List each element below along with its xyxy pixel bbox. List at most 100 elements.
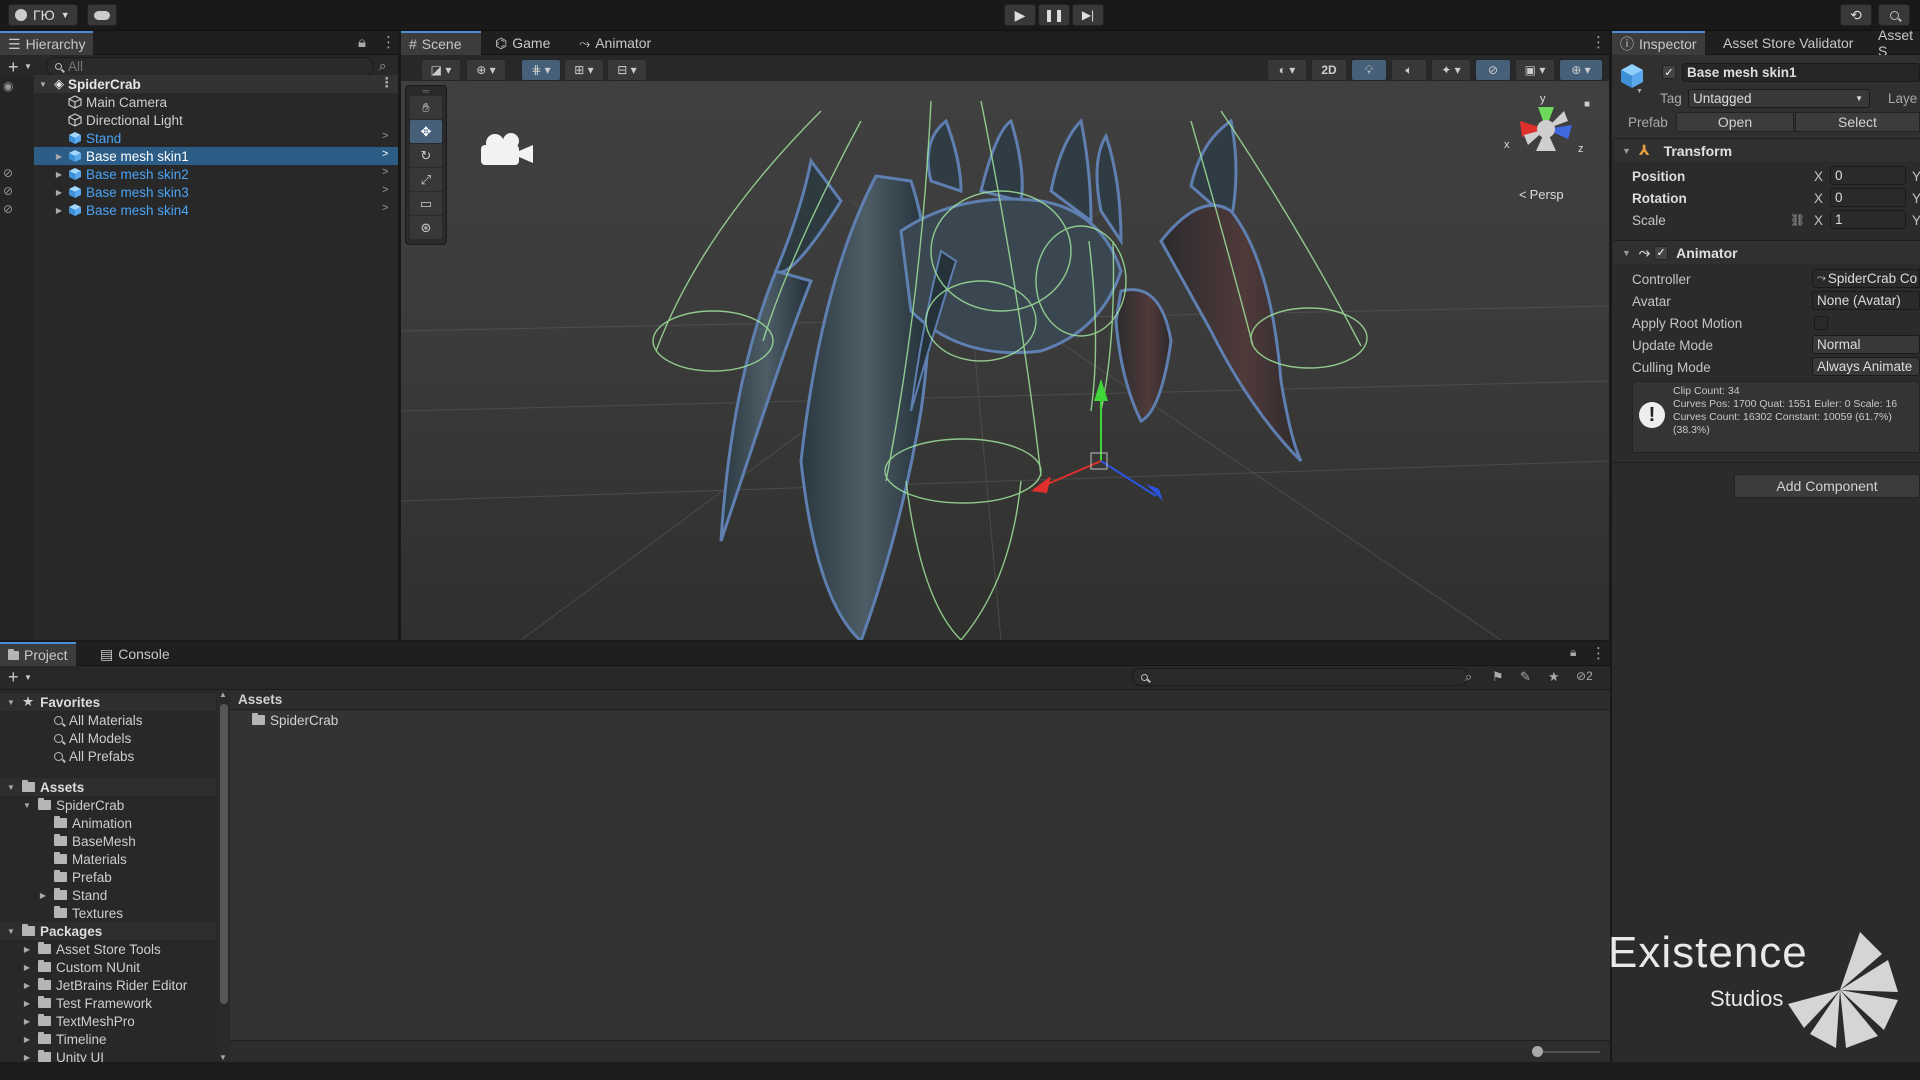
tab-console[interactable]: ▤ Console bbox=[92, 642, 178, 666]
expand-arrow-icon[interactable]: ▶ bbox=[22, 980, 32, 990]
zoom-slider-track[interactable] bbox=[1540, 1051, 1600, 1053]
prefab-select-button[interactable]: Select bbox=[1795, 112, 1920, 132]
search-options-icon[interactable]: ⌕ bbox=[379, 58, 386, 74]
draw-mode-dropdown[interactable]: ◪ ▾ bbox=[421, 59, 461, 81]
expand-arrow-icon[interactable]: ▶ bbox=[54, 205, 64, 215]
lock-icon[interactable]: 🔒︎ bbox=[1570, 645, 1576, 660]
chevron-right-icon[interactable]: > bbox=[382, 202, 388, 214]
project-tree-item[interactable]: ▶ JetBrains Rider Editor bbox=[0, 976, 216, 994]
add-icon[interactable]: + bbox=[8, 57, 19, 78]
animator-enabled-checkbox[interactable]: ✓ bbox=[1654, 245, 1669, 260]
project-tree-item[interactable]: ▼ Assets bbox=[0, 778, 216, 796]
tag-dropdown[interactable]: Untagged ▼ bbox=[1688, 89, 1870, 108]
update-mode-dropdown[interactable]: Normal bbox=[1812, 335, 1920, 354]
prefab-open-button[interactable]: Open bbox=[1676, 112, 1794, 132]
hidden-icon[interactable]: ⊘ bbox=[3, 166, 13, 180]
filter-icon[interactable]: ⚑ bbox=[1492, 669, 1504, 685]
project-tree-item[interactable]: ▼ SpiderCrab bbox=[0, 796, 216, 814]
expand-arrow-icon[interactable]: ▶ bbox=[22, 944, 32, 954]
favorite-star-icon[interactable]: ★ bbox=[1548, 669, 1560, 685]
effects-dropdown[interactable]: ✦ ▾ bbox=[1431, 59, 1471, 81]
hierarchy-search-input[interactable]: All bbox=[46, 57, 374, 76]
play-button[interactable]: ▶ bbox=[1004, 4, 1036, 26]
tab-asset-store-validator[interactable]: Asset Store Validator bbox=[1715, 31, 1861, 55]
tab-game[interactable]: ⌬ Game bbox=[487, 31, 558, 55]
visibility-icon[interactable]: ◉ bbox=[3, 79, 13, 93]
tree-scrollbar[interactable]: ▲ ▼ bbox=[218, 690, 230, 1062]
zoom-slider-thumb[interactable] bbox=[1532, 1046, 1543, 1057]
lighting-toggle[interactable]: 💡︎ bbox=[1351, 59, 1387, 81]
chevron-down-icon[interactable]: ▼ bbox=[24, 673, 32, 682]
project-tree-item[interactable]: ▼ Packages bbox=[0, 922, 216, 940]
culling-mode-dropdown[interactable]: Always Animate bbox=[1812, 357, 1920, 376]
lock-icon[interactable]: ■ bbox=[1584, 99, 1590, 110]
tab-asset-store[interactable]: Asset S bbox=[1870, 27, 1920, 59]
step-button[interactable]: ▶| bbox=[1072, 4, 1104, 26]
active-checkbox[interactable]: ✓ bbox=[1662, 65, 1676, 79]
search-button[interactable] bbox=[1878, 4, 1910, 26]
project-tree-item[interactable]: ▶ Custom NUnit bbox=[0, 958, 216, 976]
hierarchy-item[interactable]: Directional Light bbox=[34, 111, 398, 129]
hidden-packages-toggle[interactable]: ⊘ 2 bbox=[1576, 669, 1593, 683]
project-tree-item[interactable]: All Prefabs bbox=[0, 747, 216, 765]
expand-arrow-icon[interactable]: ▶ bbox=[54, 151, 64, 161]
project-tree-item[interactable]: Animation bbox=[0, 814, 216, 832]
hierarchy-item[interactable]: ▶ Base mesh skin1 > bbox=[34, 147, 398, 165]
snap-toggle[interactable]: ⋕ ▾ bbox=[521, 59, 561, 81]
animator-header[interactable]: ▼ ⤳ ✓ Animator bbox=[1614, 240, 1920, 264]
grid-toggle[interactable]: ⊞ ▾ bbox=[564, 59, 604, 81]
tab-scene[interactable]: # Scene bbox=[401, 31, 481, 55]
hidden-icon[interactable]: ⊘ bbox=[3, 202, 13, 216]
history-button[interactable]: ⟲ bbox=[1840, 4, 1872, 26]
scale-tool-icon[interactable]: ⤢ bbox=[410, 168, 442, 191]
project-tree-item[interactable]: Materials bbox=[0, 850, 216, 868]
kebab-menu-icon[interactable]: ⋮ bbox=[1591, 33, 1606, 51]
project-tree-item[interactable]: All Materials bbox=[0, 711, 216, 729]
render-mode-dropdown[interactable]: ◐ ▾ bbox=[1267, 59, 1307, 81]
scene-viewport[interactable]: y x z ■ < Persp ═ ✋︎ ✥ ↻ ⤢ ▭ ⊛ bbox=[401, 81, 1609, 640]
account-dropdown[interactable]: ГЮ ▼ bbox=[8, 4, 78, 26]
expand-arrow-icon[interactable]: ▶ bbox=[38, 890, 48, 900]
pause-button[interactable]: ❚❚ bbox=[1038, 4, 1070, 26]
content-folder-item[interactable]: SpiderCrab bbox=[252, 711, 338, 729]
chevron-right-icon[interactable]: > bbox=[382, 130, 388, 142]
increment-snap[interactable]: ⊟ ▾ bbox=[607, 59, 647, 81]
rotation-x-field[interactable]: 0 bbox=[1830, 188, 1906, 207]
chevron-down-icon[interactable]: ▼ bbox=[1636, 88, 1643, 95]
expand-arrow-icon[interactable]: ▶ bbox=[22, 1016, 32, 1026]
hand-tool-icon[interactable]: ✋︎ bbox=[410, 96, 442, 119]
position-x-field[interactable]: 0 bbox=[1830, 166, 1906, 185]
drag-handle-icon[interactable]: ═ bbox=[406, 86, 446, 96]
hierarchy-item[interactable]: ▶ Base mesh skin4 > bbox=[34, 201, 398, 219]
add-icon[interactable]: + bbox=[8, 667, 19, 688]
search-by-type-icon[interactable]: ⌕ bbox=[1465, 669, 1472, 685]
expand-arrow-icon[interactable]: ▶ bbox=[22, 1052, 32, 1062]
scale-x-field[interactable]: 1 bbox=[1830, 210, 1906, 229]
expand-arrow-icon[interactable]: ▶ bbox=[22, 998, 32, 1008]
hierarchy-item[interactable]: ▶ Base mesh skin3 > bbox=[34, 183, 398, 201]
expand-arrow-icon[interactable]: ▼ bbox=[38, 79, 48, 89]
kebab-menu-icon[interactable]: ⋮ bbox=[1591, 644, 1606, 662]
hidden-objects-toggle[interactable]: ⊘ bbox=[1475, 59, 1511, 81]
project-tree-item[interactable]: ▼ ★ Favorites bbox=[0, 693, 216, 711]
camera-dropdown[interactable]: ▣ ▾ bbox=[1515, 59, 1555, 81]
project-tree-item[interactable]: ▶ TextMeshPro bbox=[0, 1012, 216, 1030]
project-search-input[interactable] bbox=[1132, 668, 1468, 686]
tab-animator[interactable]: ⤳ Animator bbox=[571, 31, 659, 55]
link-icon[interactable]: ⛓︎ bbox=[1790, 213, 1805, 227]
expand-arrow-icon[interactable]: ▼ bbox=[22, 800, 32, 810]
scroll-up-icon[interactable]: ▲ bbox=[219, 690, 227, 699]
object-name-field[interactable]: Base mesh skin1 bbox=[1682, 63, 1920, 82]
chevron-right-icon[interactable]: > bbox=[382, 184, 388, 196]
project-tree-item[interactable]: Textures bbox=[0, 904, 216, 922]
kebab-menu-icon[interactable]: ⋮ bbox=[381, 33, 396, 51]
transform-header[interactable]: ▼ ⅄ Transform bbox=[1614, 138, 1920, 162]
expand-arrow-icon[interactable]: ▶ bbox=[22, 1034, 32, 1044]
lock-icon[interactable]: 🔒︎ bbox=[358, 34, 366, 51]
add-component-button[interactable]: Add Component bbox=[1734, 474, 1920, 498]
cloud-button[interactable] bbox=[87, 4, 117, 26]
scrollbar-thumb[interactable] bbox=[220, 704, 228, 1004]
move-tool-icon[interactable]: ✥ bbox=[410, 120, 442, 143]
rotate-tool-icon[interactable]: ↻ bbox=[410, 144, 442, 167]
scroll-down-icon[interactable]: ▼ bbox=[219, 1053, 227, 1062]
